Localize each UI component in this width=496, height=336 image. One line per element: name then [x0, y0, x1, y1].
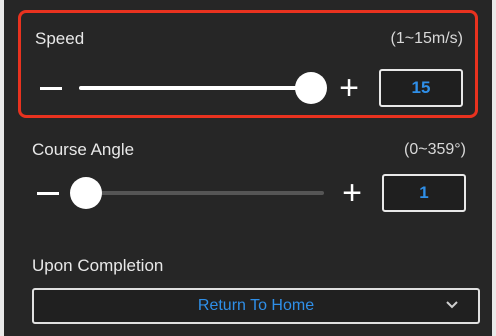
speed-slider[interactable]	[79, 70, 328, 106]
upon-completion-select[interactable]: Return To Home	[32, 288, 480, 324]
speed-increase-button[interactable]: +	[331, 70, 367, 106]
speed-value: 15	[411, 78, 431, 97]
course-angle-slider[interactable]	[69, 175, 324, 211]
course-angle-decrease-button[interactable]	[30, 175, 66, 211]
upon-completion-value: Return To Home	[197, 297, 315, 314]
speed-setting: Speed (1~15m/s) + 15	[18, 10, 478, 118]
speed-value-input[interactable]: 15	[379, 69, 463, 107]
speed-controls: + 15	[33, 67, 463, 109]
minus-icon	[37, 191, 59, 195]
course-angle-controls: + 1	[30, 172, 466, 214]
course-angle-slider-track	[76, 191, 324, 195]
chevron-down-icon	[446, 301, 458, 309]
plus-icon: +	[339, 69, 359, 107]
course-angle-label: Course Angle	[32, 140, 135, 159]
course-angle-header: Course Angle (0~359°)	[32, 140, 466, 160]
course-angle-increase-button[interactable]: +	[334, 175, 370, 211]
speed-label: Speed	[35, 29, 85, 48]
minus-icon	[40, 86, 62, 90]
plus-icon: +	[342, 174, 362, 212]
speed-header: Speed (1~15m/s)	[35, 29, 463, 49]
course-angle-value-input[interactable]: 1	[382, 174, 466, 212]
speed-decrease-button[interactable]	[33, 70, 69, 106]
settings-panel: Speed (1~15m/s) + 15 Course Angle (0~359…	[0, 0, 496, 336]
course-angle-setting: Course Angle (0~359°) + 1	[18, 130, 478, 230]
course-angle-slider-thumb[interactable]	[69, 177, 102, 209]
speed-slider-fill	[79, 86, 312, 90]
speed-slider-thumb[interactable]	[295, 72, 328, 104]
upon-completion-label: Upon Completion	[32, 256, 164, 275]
course-angle-value: 1	[419, 183, 429, 202]
speed-range: (1~15m/s)	[390, 30, 463, 47]
course-angle-range: (0~359°)	[404, 141, 466, 158]
